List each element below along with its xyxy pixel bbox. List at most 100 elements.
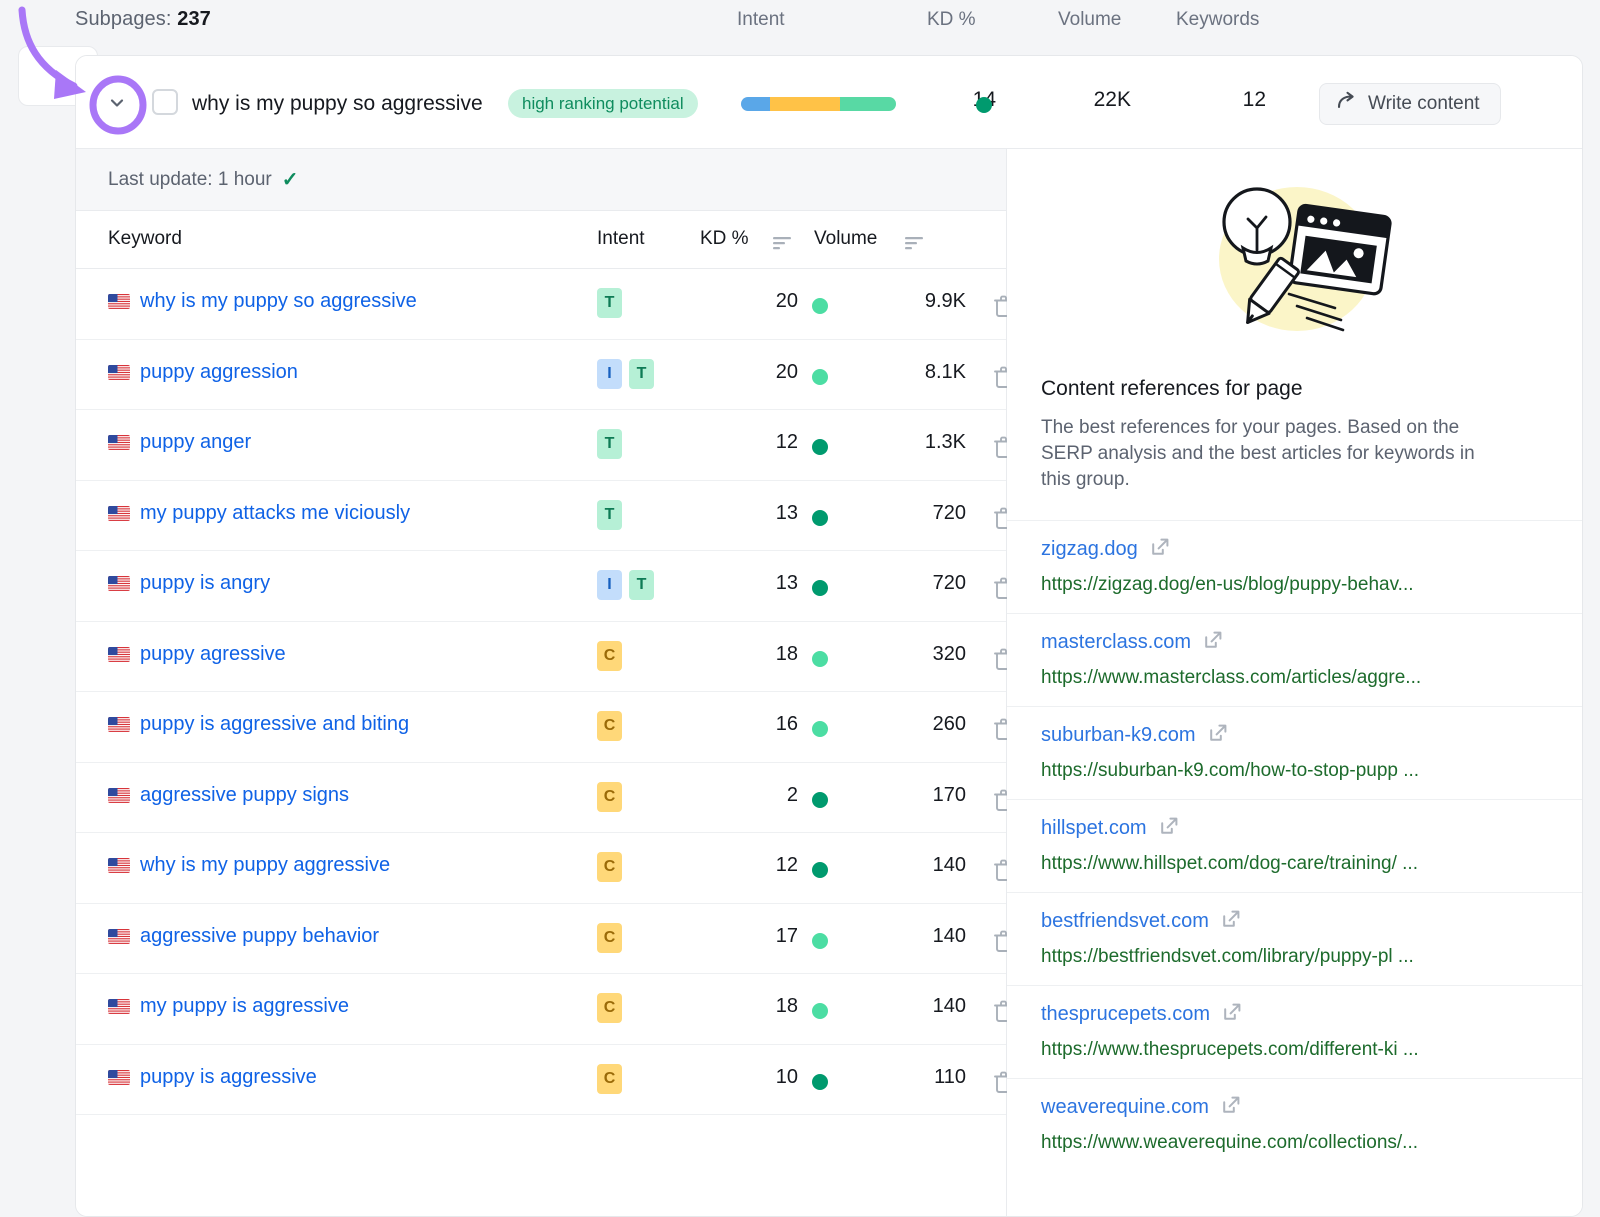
- reference-list: zigzag.doghttps://zigzag.dog/en-us/blog/…: [1007, 520, 1582, 1171]
- intent-distribution-bar: [741, 97, 896, 111]
- table-row: puppy aggressionIT208.1K: [76, 340, 1006, 411]
- reference-domain-line: weaverequine.com: [1041, 1095, 1548, 1120]
- keywords-pane: Last update: 1 hour ✓ Keyword Intent KD …: [76, 149, 1007, 1217]
- write-content-button[interactable]: Write content: [1319, 83, 1501, 125]
- reference-domain-link[interactable]: thesprucepets.com: [1041, 1003, 1210, 1026]
- top-column-bar: Subpages: 237 Intent KD % Volume Keyword…: [0, 0, 1600, 46]
- reference-item: thesprucepets.comhttps://www.thesprucepe…: [1007, 985, 1582, 1078]
- reference-domain-link[interactable]: suburban-k9.com: [1041, 724, 1196, 747]
- keyword-link[interactable]: puppy agressive: [140, 643, 286, 666]
- expand-chevron-down-icon[interactable]: [99, 85, 135, 121]
- keyword-link[interactable]: puppy is angry: [140, 572, 270, 595]
- table-row: puppy agressiveC18320: [76, 622, 1006, 693]
- group-select-checkbox[interactable]: [152, 89, 178, 115]
- external-link-icon[interactable]: [1203, 630, 1223, 655]
- us-flag-icon: [108, 717, 130, 732]
- keyword-link[interactable]: puppy anger: [140, 431, 251, 454]
- reference-domain-line: thesprucepets.com: [1041, 1002, 1548, 1027]
- sort-descending-icon-kd[interactable]: [773, 235, 793, 256]
- table-row: my puppy is aggressiveC18140: [76, 974, 1006, 1045]
- page-background-right: [1583, 0, 1600, 1217]
- external-link-icon[interactable]: [1159, 816, 1179, 841]
- reference-domain-link[interactable]: masterclass.com: [1041, 631, 1191, 654]
- reference-domain-line: suburban-k9.com: [1041, 723, 1548, 748]
- kd-difficulty-dot: [812, 862, 828, 878]
- kd-difficulty-dot: [812, 580, 828, 596]
- keyword-link[interactable]: puppy aggression: [140, 361, 298, 384]
- table-row: why is my puppy aggressiveC12140: [76, 833, 1006, 904]
- us-flag-icon: [108, 435, 130, 450]
- intent-badge-t: T: [597, 288, 622, 318]
- sort-descending-icon-volume[interactable]: [905, 235, 925, 256]
- reference-url: https://www.weaverequine.com/collections…: [1041, 1132, 1548, 1154]
- external-link-icon[interactable]: [1150, 537, 1170, 562]
- group-title: why is my puppy so aggressive: [192, 92, 483, 116]
- subpages-count: 237: [177, 8, 211, 30]
- subpages-label: Subpages: 237: [75, 8, 211, 31]
- th-intent: Intent: [597, 228, 645, 250]
- external-link-icon[interactable]: [1222, 1002, 1242, 1027]
- content-references-description: The best references for your pages. Base…: [1007, 401, 1527, 494]
- intent-segment-commercial: [770, 97, 840, 111]
- reference-domain-link[interactable]: bestfriendsvet.com: [1041, 910, 1209, 933]
- kd-value: 18: [716, 995, 798, 1018]
- checkmark-icon: ✓: [282, 167, 299, 192]
- keyword-link[interactable]: why is my puppy so aggressive: [140, 290, 417, 313]
- keyword-link[interactable]: my puppy is aggressive: [140, 995, 349, 1018]
- external-link-icon[interactable]: [1221, 1095, 1241, 1120]
- write-content-label: Write content: [1368, 93, 1480, 115]
- kd-value: 13: [716, 572, 798, 595]
- kd-difficulty-dot: [812, 721, 828, 737]
- lightbulb-pencil-browser-illustration: [1007, 149, 1582, 369]
- reference-domain-link[interactable]: weaverequine.com: [1041, 1096, 1209, 1119]
- keyword-link[interactable]: puppy is aggressive and biting: [140, 713, 409, 736]
- keyword-link[interactable]: aggressive puppy behavior: [140, 925, 379, 948]
- keyword-link[interactable]: why is my puppy aggressive: [140, 854, 390, 877]
- reference-domain-line: hillspet.com: [1041, 816, 1548, 841]
- reference-domain-link[interactable]: zigzag.dog: [1041, 538, 1138, 561]
- us-flag-icon: [108, 294, 130, 309]
- intent-badges: IT: [597, 359, 654, 389]
- intent-badges: C: [597, 993, 622, 1023]
- intent-badge-c: C: [597, 923, 622, 953]
- volume-value: 140: [866, 854, 966, 877]
- column-header-keywords: Keywords: [1176, 9, 1259, 31]
- keyword-link[interactable]: my puppy attacks me viciously: [140, 502, 410, 525]
- group-volume-value: 22K: [1051, 88, 1131, 112]
- volume-value: 140: [866, 925, 966, 948]
- content-references-title: Content references for page: [1007, 377, 1582, 401]
- kd-value: 12: [716, 431, 798, 454]
- volume-value: 9.9K: [866, 290, 966, 313]
- keyword-link[interactable]: aggressive puppy signs: [140, 784, 349, 807]
- keywords-table-header: Keyword Intent KD % Volume: [76, 211, 1006, 269]
- volume-value: 170: [866, 784, 966, 807]
- kd-difficulty-dot: [812, 792, 828, 808]
- kd-value: 2: [716, 784, 798, 807]
- intent-badges: C: [597, 923, 622, 953]
- kd-difficulty-dot: [812, 510, 828, 526]
- reference-domain-line: bestfriendsvet.com: [1041, 909, 1548, 934]
- reference-domain-line: zigzag.dog: [1041, 537, 1548, 562]
- keyword-link[interactable]: puppy is aggressive: [140, 1066, 317, 1089]
- kd-difficulty-dot: [812, 933, 828, 949]
- reference-item: weaverequine.com https://www.weaverequine…: [1007, 1078, 1582, 1171]
- group-header-row: why is my puppy so aggressive high ranki…: [76, 56, 1582, 149]
- column-header-volume: Volume: [1058, 9, 1121, 31]
- intent-segment-transactional: [840, 97, 896, 111]
- intent-badge-c: C: [597, 852, 622, 882]
- group-keywords-count: 12: [1206, 88, 1266, 112]
- table-row: puppy angerT121.3K: [76, 410, 1006, 481]
- kd-difficulty-dot: [812, 298, 828, 314]
- reference-item: suburban-k9.comhttps://suburban-k9.com/h…: [1007, 706, 1582, 799]
- last-update-strip: Last update: 1 hour ✓: [76, 149, 1006, 211]
- intent-badge-c: C: [597, 711, 622, 741]
- volume-value: 720: [866, 572, 966, 595]
- us-flag-icon: [108, 576, 130, 591]
- intent-badge-c: C: [597, 1064, 622, 1094]
- reference-url: https://bestfriendsvet.com/library/puppy…: [1041, 946, 1548, 968]
- kd-value: 16: [716, 713, 798, 736]
- reference-domain-link[interactable]: hillspet.com: [1041, 817, 1147, 840]
- external-link-icon[interactable]: [1208, 723, 1228, 748]
- reference-domain-line: masterclass.com: [1041, 630, 1548, 655]
- external-link-icon[interactable]: [1221, 909, 1241, 934]
